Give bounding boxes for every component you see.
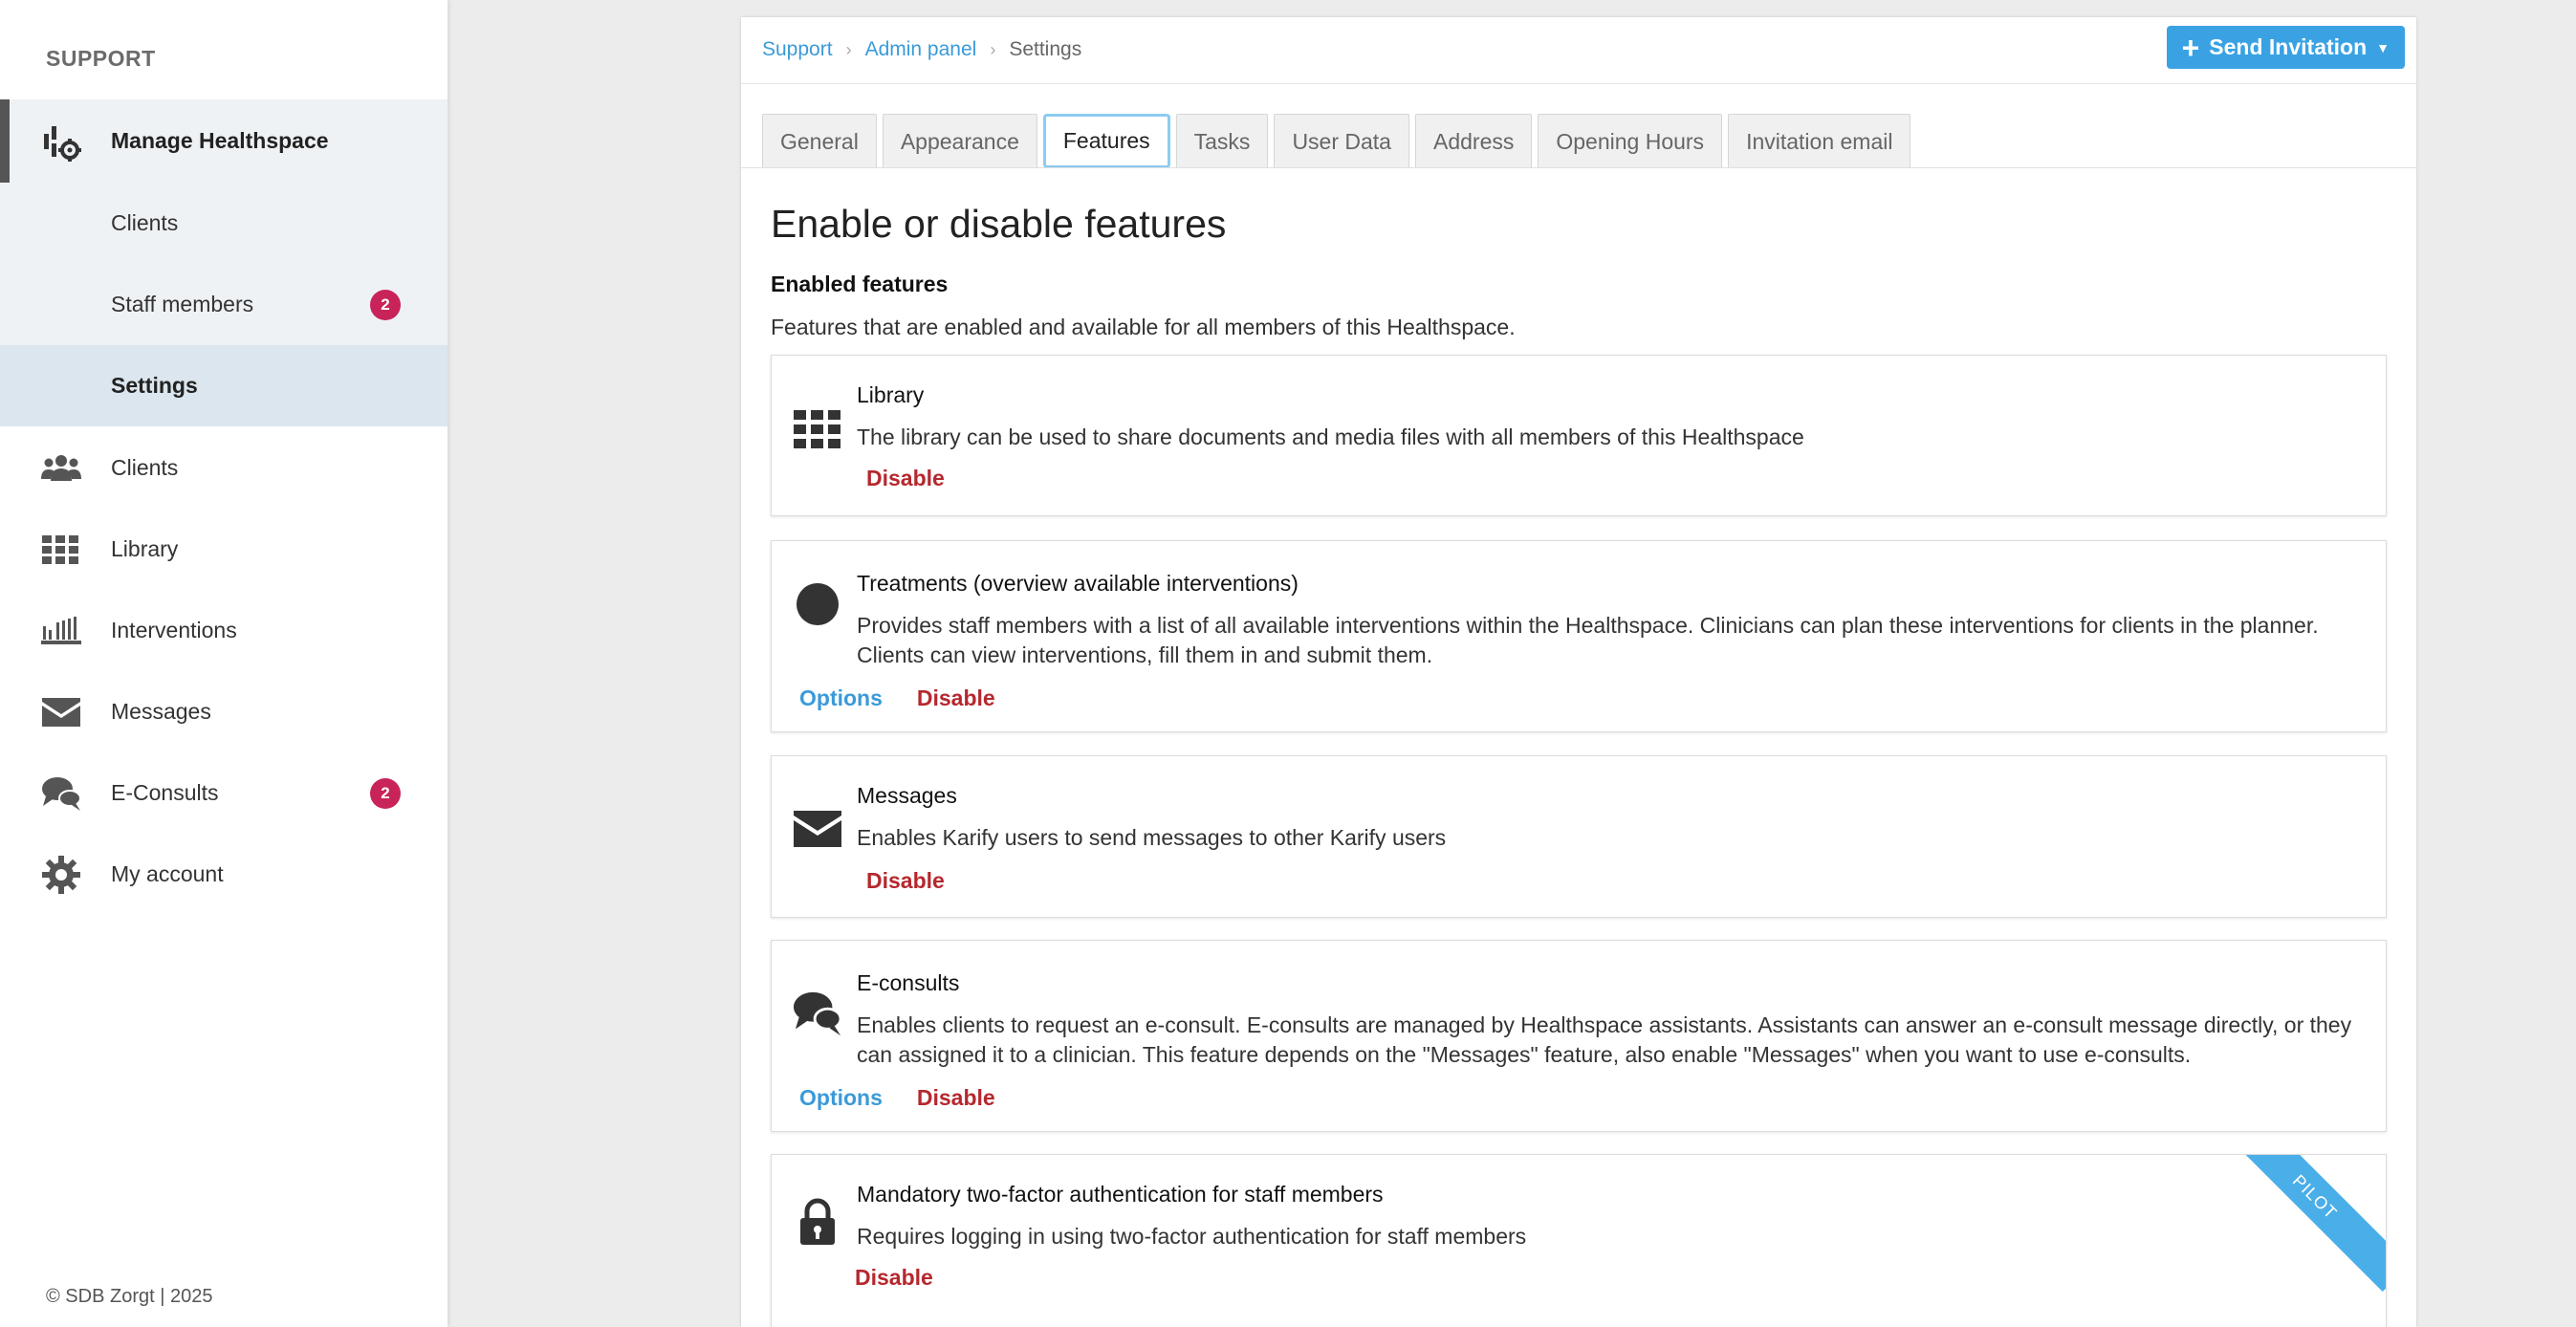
section-title: Enabled features [771, 272, 949, 296]
feature-card-library: Library The library can be used to share… [771, 355, 2387, 516]
feature-card-messages: Messages Enables Karify users to send me… [771, 755, 2387, 918]
breadcrumb-support-link[interactable]: Support [762, 38, 833, 61]
panel-topbar: Support › Admin panel › Settings + Send … [741, 17, 2416, 84]
disable-e-consults-button[interactable]: Disable [917, 1085, 995, 1111]
sidebar-item-label: Manage Healthspace [111, 128, 329, 153]
feature-card-treatments: Treatments (overview available intervent… [771, 540, 2387, 732]
sidebar-item-label: Clients [111, 455, 179, 480]
sidebar-item-e-consults[interactable]: E-Consults 2 [0, 752, 448, 834]
feature-description: Requires logging in using two-factor aut… [857, 1224, 1527, 1249]
sidebar-item-clients-sub[interactable]: Clients [0, 183, 448, 264]
caret-down-icon: ▼ [2376, 39, 2390, 55]
sidebar-item-my-account[interactable]: My account [0, 834, 448, 915]
breadcrumb-current: Settings [1009, 38, 1082, 60]
users-icon [40, 447, 82, 489]
feature-description: Enables Karify users to send messages to… [857, 825, 1447, 850]
sidebar-item-label: My account [111, 861, 224, 886]
grid-icon [40, 529, 82, 571]
tab-address[interactable]: Address [1414, 114, 1533, 168]
circle-icon [793, 579, 842, 629]
tab-user-data[interactable]: User Data [1274, 114, 1409, 168]
disable-two-factor-button[interactable]: Disable [855, 1265, 933, 1291]
feature-actions: Disable [866, 868, 945, 894]
sidebar-item-settings[interactable]: Settings [0, 345, 448, 426]
e-consults-count-badge: 2 [370, 777, 401, 809]
feature-card-two-factor: Mandatory two-factor authentication for … [771, 1154, 2387, 1327]
lock-icon [793, 1197, 842, 1247]
feature-actions: Options Disable [799, 1085, 995, 1111]
tab-tasks[interactable]: Tasks [1175, 114, 1269, 168]
sidebar-item-label: Clients [111, 210, 179, 235]
sidebar-item-label: E-Consults [111, 780, 219, 805]
feature-title: Mandatory two-factor authentication for … [857, 1182, 1384, 1207]
sidebar-item-clients[interactable]: Clients [0, 427, 448, 509]
sidebar-item-messages[interactable]: Messages [0, 671, 448, 752]
feature-actions: Options Disable [799, 685, 995, 711]
settings-tabs: General Appearance Features Tasks User D… [762, 114, 1911, 168]
feature-actions: Disable [866, 466, 945, 491]
sidebar-item-label: Interventions [111, 618, 237, 642]
treatments-options-button[interactable]: Options [799, 685, 883, 711]
tab-opening-hours[interactable]: Opening Hours [1538, 114, 1723, 168]
chevron-right-icon: › [990, 39, 996, 59]
settings-panel: Support › Admin panel › Settings + Send … [741, 17, 2416, 1327]
sidebar-item-manage-healthspace[interactable]: Manage Healthspace [0, 99, 448, 183]
sidebar-main-nav: Clients Library Interventions Messages E… [0, 427, 448, 915]
copyright-footer: © SDB Zorgt | 2025 [46, 1286, 213, 1307]
feature-description: The library can be used to share documen… [857, 424, 1804, 449]
tabs-divider [741, 167, 2416, 168]
sidebar-item-label: Staff members [111, 292, 254, 316]
grid-icon [793, 404, 842, 454]
send-invitation-button[interactable]: + Send Invitation ▼ [2166, 26, 2405, 69]
tab-appearance[interactable]: Appearance [882, 114, 1037, 168]
disable-library-button[interactable]: Disable [866, 466, 945, 491]
feature-card-e-consults: E-consults Enables clients to request an… [771, 940, 2387, 1132]
envelope-icon [793, 804, 842, 854]
breadcrumb-admin-panel-link[interactable]: Admin panel [865, 38, 977, 61]
feature-title: Library [857, 382, 925, 407]
manage-healthspace-group: Manage Healthspace Clients Staff members… [0, 99, 448, 426]
tab-general[interactable]: General [762, 114, 877, 168]
send-invitation-label: Send Invitation [2209, 34, 2368, 59]
breadcrumb: Support › Admin panel › Settings [762, 38, 1081, 61]
feature-description: Provides staff members with a list of al… [857, 613, 2319, 667]
feature-title: Treatments (overview available intervent… [857, 571, 1299, 596]
feature-actions: Disable [855, 1265, 933, 1291]
sidebar-item-label: Settings [111, 373, 198, 398]
chat-bubbles-icon [793, 989, 842, 1038]
chevron-right-icon: › [845, 39, 852, 59]
sidebar-item-label: Library [111, 536, 179, 561]
chat-bubbles-icon [40, 772, 82, 815]
disable-treatments-button[interactable]: Disable [917, 685, 995, 711]
disable-messages-button[interactable]: Disable [866, 868, 945, 894]
sidebar-item-label: Messages [111, 699, 211, 724]
plus-icon: + [2181, 30, 2200, 65]
sidebar-item-interventions[interactable]: Interventions [0, 590, 448, 671]
sidebar-item-library[interactable]: Library [0, 509, 448, 590]
manage-healthspace-icon [40, 120, 82, 163]
tab-features[interactable]: Features [1042, 114, 1170, 168]
staff-members-count-badge: 2 [370, 289, 401, 320]
section-description: Features that are enabled and available … [771, 315, 1516, 339]
sidebar: SUPPORT Manage Healthspace Clients Staff… [0, 0, 448, 1327]
sidebar-heading: SUPPORT [46, 46, 156, 71]
interventions-icon [40, 610, 82, 652]
sidebar-item-staff-members[interactable]: Staff members 2 [0, 264, 448, 345]
feature-title: Messages [857, 783, 957, 808]
e-consults-options-button[interactable]: Options [799, 1085, 883, 1111]
envelope-icon [40, 691, 82, 733]
page-title: Enable or disable features [771, 202, 1227, 246]
gear-icon [40, 854, 82, 896]
feature-description: Enables clients to request an e-consult.… [857, 1012, 2352, 1067]
tab-invitation-email[interactable]: Invitation email [1728, 114, 1911, 168]
feature-title: E-consults [857, 970, 960, 995]
